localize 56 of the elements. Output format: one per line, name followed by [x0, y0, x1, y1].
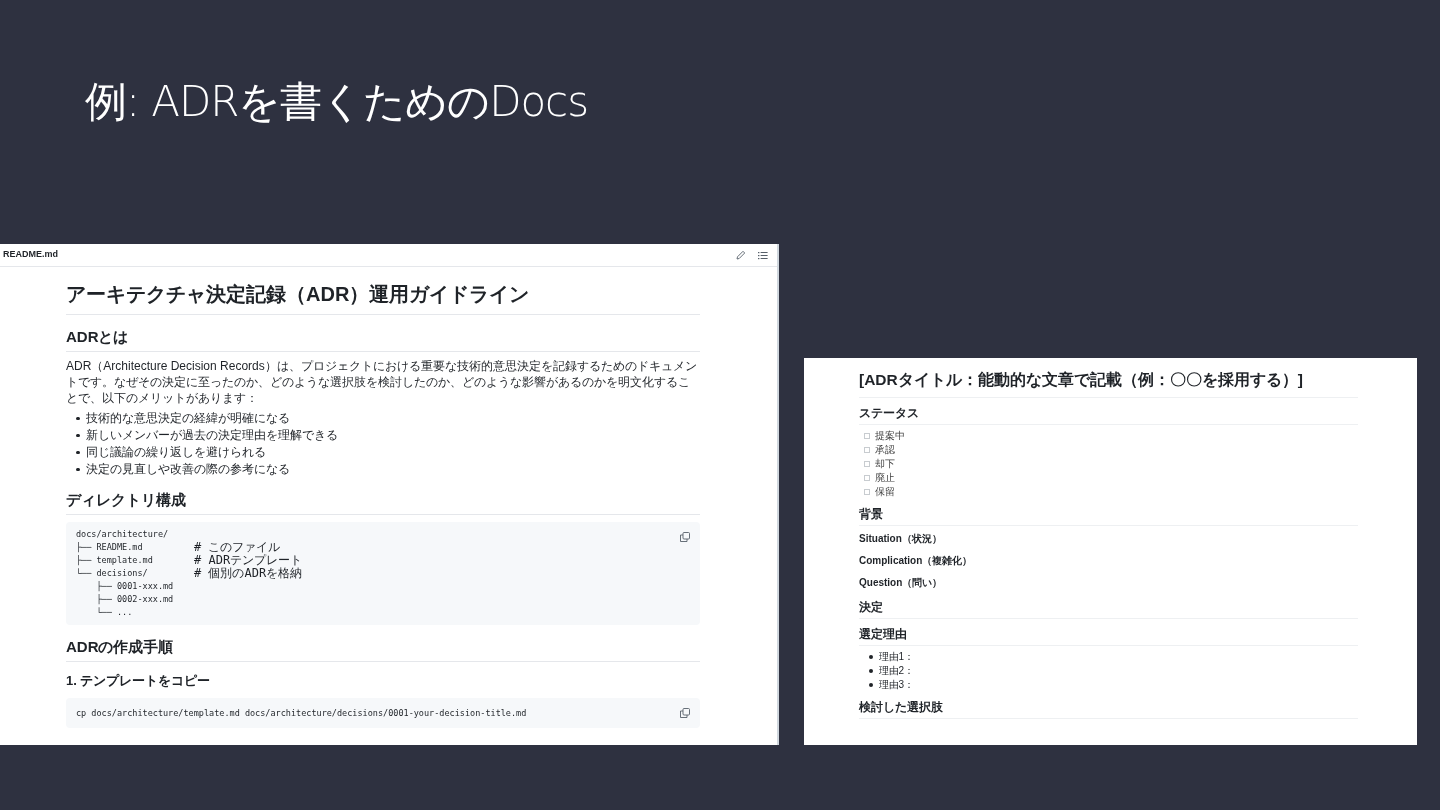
list-item: 理由2： [878, 664, 915, 678]
page-heading: アーキテクチャ決定記録（ADR）運用ガイドライン [66, 280, 700, 315]
copy-icon[interactable] [680, 708, 690, 718]
copy-icon[interactable] [680, 532, 690, 542]
section-heading: ADRの作成手順 [66, 636, 700, 662]
list-item: 決定の見直しや改善の際の参考になる [85, 461, 290, 478]
list-item: 技術的な意思決定の経緯が明確になる [85, 410, 290, 427]
sub-heading: 1. テンプレートをコピー [66, 672, 212, 690]
checkbox-label: 廃止 [875, 471, 895, 485]
code-line: └── decisions/ [76, 567, 149, 580]
section-heading: 選定理由 [859, 625, 1358, 646]
paragraph: ADR（Architecture Decision Records）は、プロジェクトにおける重要な技術的意思決定を記録するためのドキュメントです。なぜその決定に至ったのか、どのような選択肢を検討したのか、どのような影響があるのかを明文化することで、以下のメリットがあります： [66, 358, 698, 406]
sub-heading: Question（問い） [859, 576, 944, 590]
bullet-icon [869, 683, 873, 687]
checkbox[interactable] [864, 489, 870, 495]
list-item: 新しいメンバーが過去の決定理由を理解できる [85, 427, 338, 444]
bullet-icon [76, 450, 80, 455]
page-heading: [ADRタイトル：能動的な文章で記載（例：〇〇を採用する）] [859, 369, 1358, 398]
slide-title: 例: ADRを書くためのDocs [85, 76, 588, 128]
checkbox-label: 提案中 [875, 429, 905, 443]
checkbox[interactable] [864, 475, 870, 481]
code-comment: # 個別のADRを格納 [194, 567, 303, 580]
list-item: 理由1： [878, 650, 915, 664]
section-heading: 検討した選択肢 [859, 698, 1358, 719]
section-heading: 決定 [859, 598, 1358, 619]
checkbox[interactable] [864, 461, 870, 467]
sub-heading: Situation（状況） [859, 532, 943, 546]
bullet-icon [76, 467, 80, 472]
section-heading: ADRとは [66, 326, 700, 352]
checkbox[interactable] [864, 447, 870, 453]
bullet-icon [869, 669, 873, 673]
checkbox-label: 承認 [875, 443, 895, 457]
code-comment: # このファイル [194, 541, 281, 554]
list-item: 同じ議論の繰り返しを避けられる [85, 444, 266, 461]
bullet-icon [869, 655, 873, 659]
sub-heading: Complication（複雑化） [859, 554, 974, 568]
code-line: ├── 0001-xxx.md [95, 580, 175, 593]
code-line: ├── README.md [76, 541, 144, 554]
checkbox-label: 保留 [875, 485, 895, 499]
bullet-icon [76, 433, 80, 438]
pencil-icon[interactable] [736, 250, 746, 260]
code-comment: # ADRテンプレート [194, 554, 303, 567]
code-line: cp docs/architecture/template.md docs/architecture/decisions/0001-your-decision-title.md [76, 708, 527, 718]
code-line: └── ... [95, 606, 134, 619]
section-heading: ディレクトリ構成 [66, 489, 700, 515]
list-item: 理由3： [878, 678, 915, 692]
code-line: ├── template.md [76, 554, 154, 567]
section-heading: ステータス [859, 404, 1358, 425]
checkbox[interactable] [864, 433, 870, 439]
list-icon[interactable] [758, 250, 768, 260]
code-line: docs/architecture/ [76, 528, 170, 541]
section-heading: 背景 [859, 505, 1358, 526]
file-name: README.md [3, 248, 58, 262]
bullet-icon [76, 416, 80, 421]
checkbox-label: 却下 [875, 457, 895, 471]
code-line: ├── 0002-xxx.md [95, 593, 175, 606]
